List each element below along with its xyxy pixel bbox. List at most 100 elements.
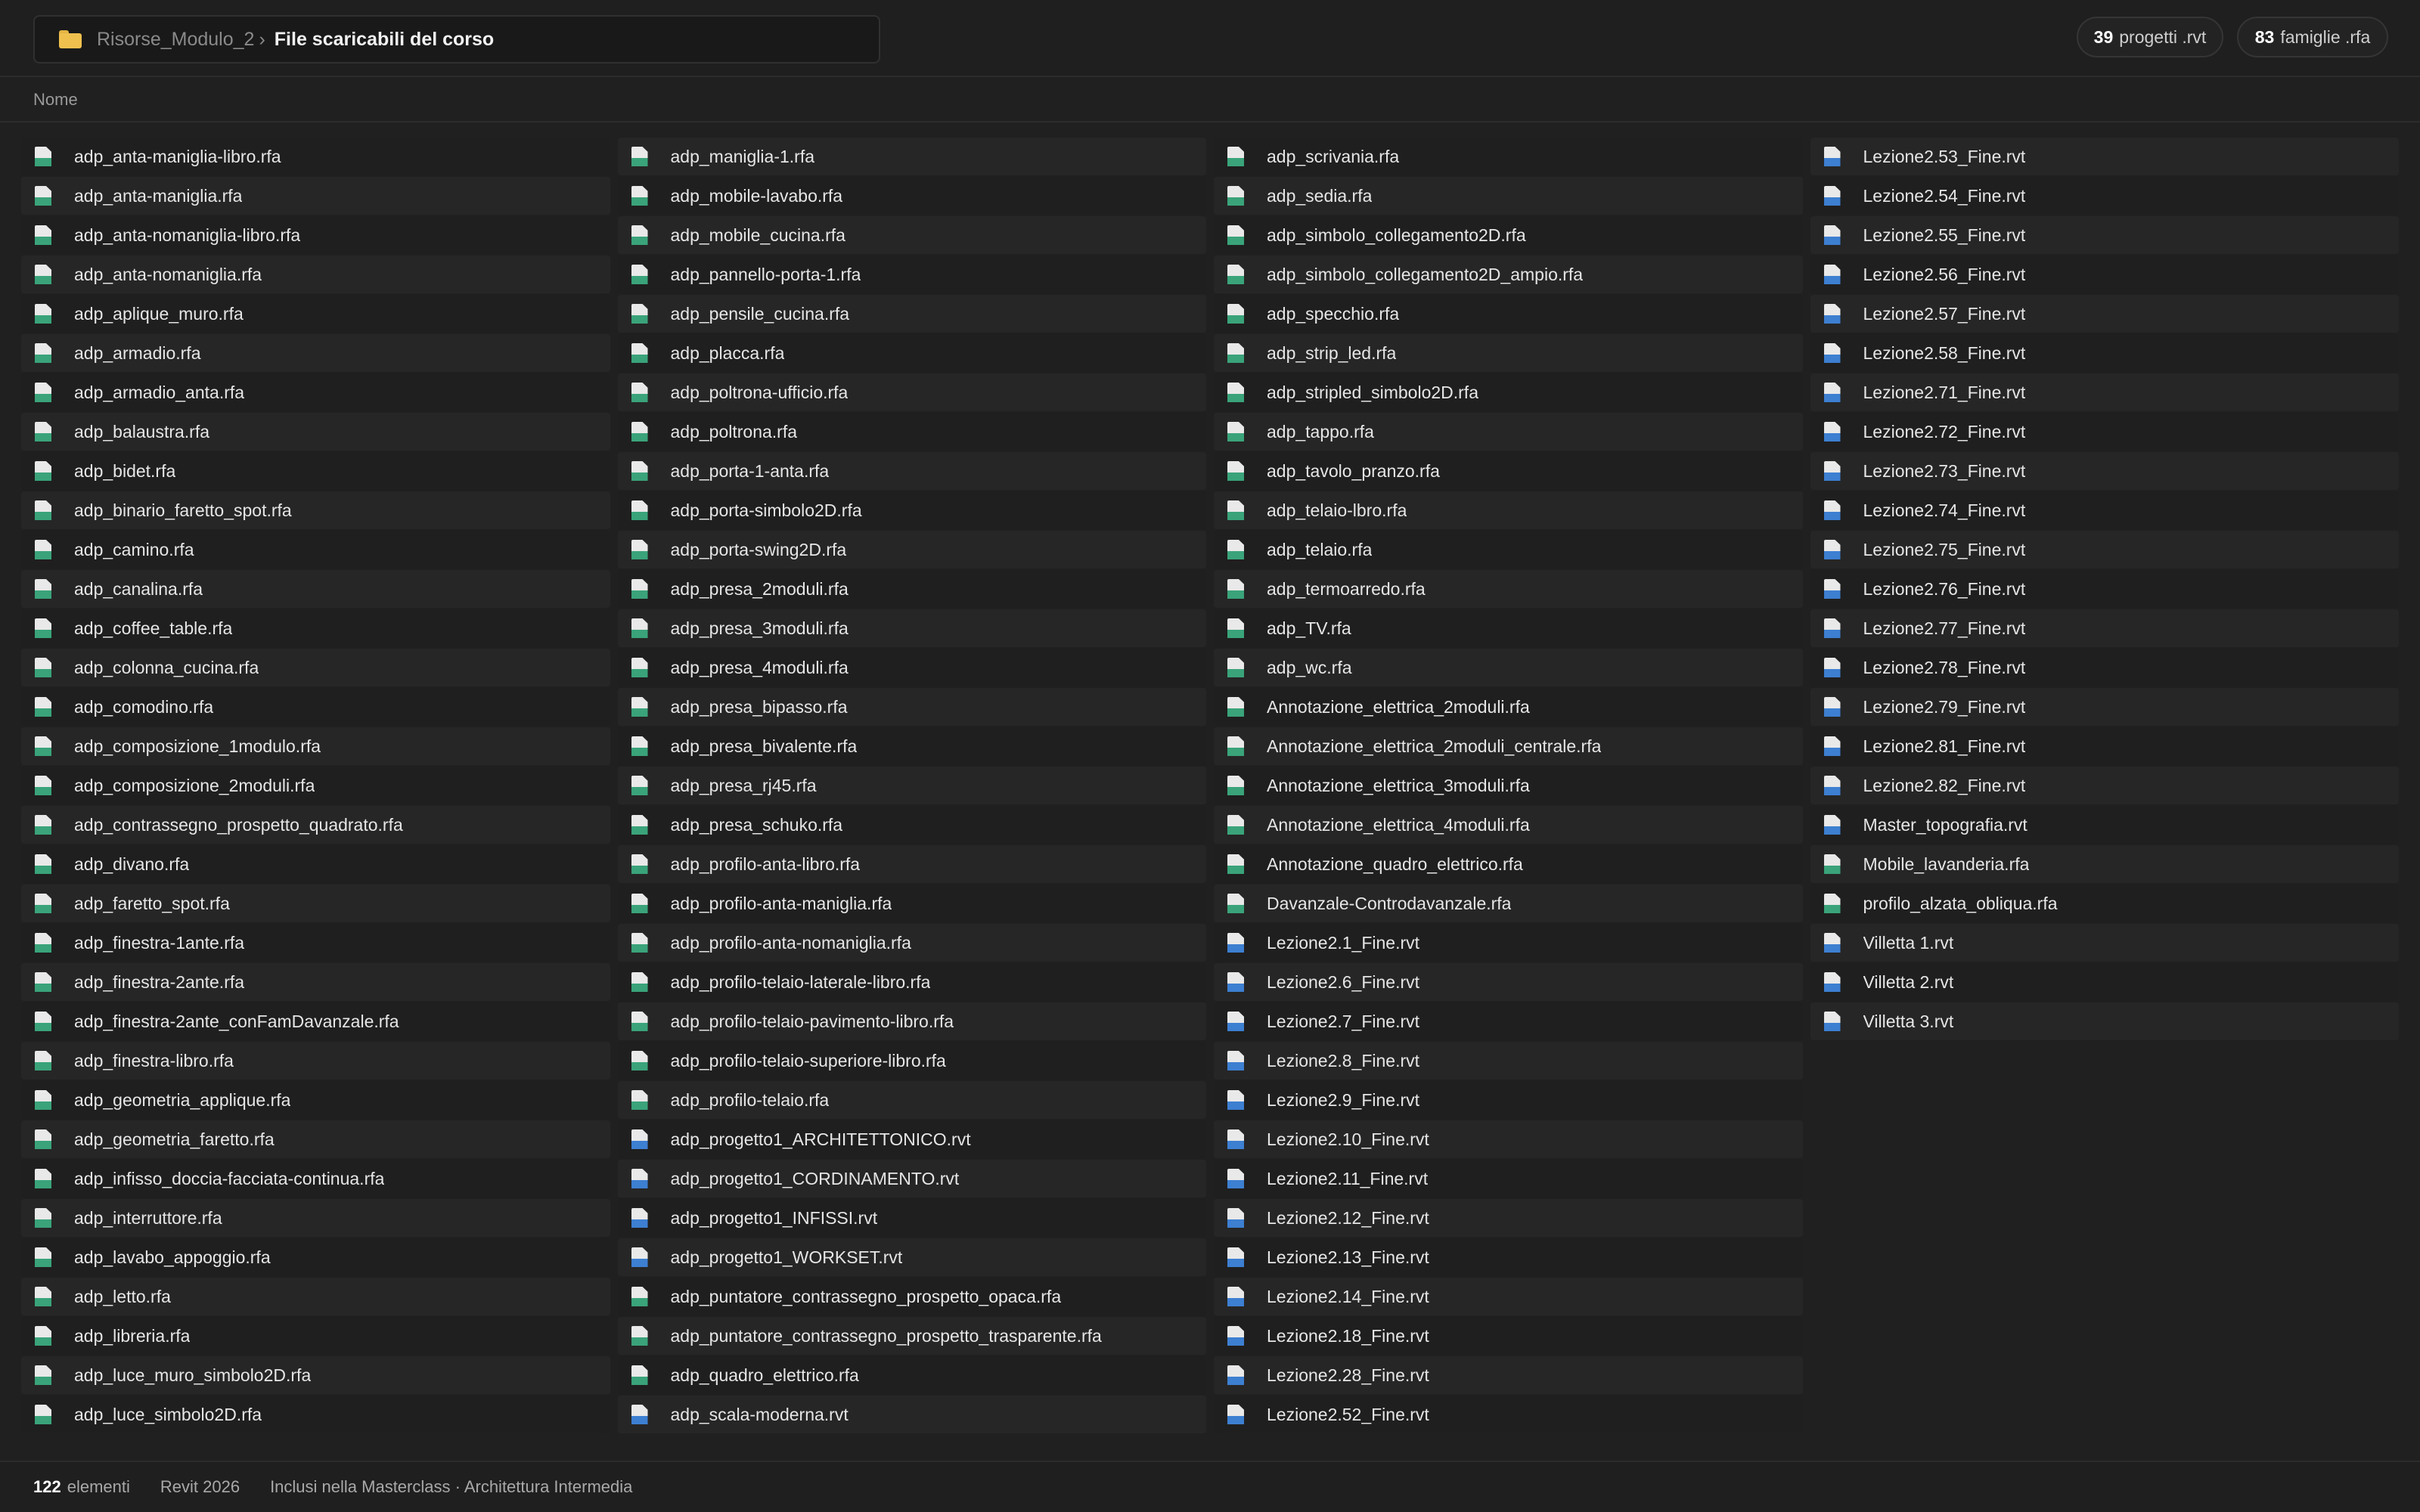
file-item[interactable]: adp_mobile_cucina.rfa [617, 216, 1206, 254]
file-item[interactable]: adp_poltrona.rfa [617, 413, 1206, 451]
file-item[interactable]: Lezione2.8_Fine.rvt [1214, 1042, 1803, 1080]
file-item[interactable]: adp_composizione_2moduli.rfa [21, 767, 610, 804]
file-item[interactable]: adp_colonna_cucina.rfa [21, 649, 610, 686]
file-item[interactable]: Lezione2.52_Fine.rvt [1214, 1396, 1803, 1433]
file-item[interactable]: adp_contrassegno_prospetto_quadrato.rfa [21, 806, 610, 844]
file-item[interactable]: Lezione2.54_Fine.rvt [1810, 177, 2399, 215]
file-item[interactable]: adp_profilo-anta-maniglia.rfa [617, 885, 1206, 922]
file-item[interactable]: Lezione2.79_Fine.rvt [1810, 688, 2399, 726]
file-item[interactable]: Lezione2.11_Fine.rvt [1214, 1160, 1803, 1198]
file-item[interactable]: Lezione2.57_Fine.rvt [1810, 295, 2399, 333]
file-item[interactable]: Lezione2.72_Fine.rvt [1810, 413, 2399, 451]
file-item[interactable]: adp_scala-moderna.rvt [617, 1396, 1206, 1433]
file-item[interactable]: adp_presa_rj45.rfa [617, 767, 1206, 804]
file-item[interactable]: Lezione2.7_Fine.rvt [1214, 1002, 1803, 1040]
file-item[interactable]: adp_camino.rfa [21, 531, 610, 569]
file-item[interactable]: adp_binario_faretto_spot.rfa [21, 491, 610, 529]
file-item[interactable]: Annotazione_elettrica_2moduli.rfa [1214, 688, 1803, 726]
file-item[interactable]: Villetta 2.rvt [1810, 963, 2399, 1001]
file-item[interactable]: adp_infisso_doccia-facciata-continua.rfa [21, 1160, 610, 1198]
file-item[interactable]: adp_anta-nomaniglia.rfa [21, 256, 610, 293]
file-item[interactable]: Annotazione_quadro_elettrico.rfa [1214, 845, 1803, 883]
file-item[interactable]: adp_finestra-2ante.rfa [21, 963, 610, 1001]
file-item[interactable]: adp_mobile-lavabo.rfa [617, 177, 1206, 215]
file-item[interactable]: adp_armadio.rfa [21, 334, 610, 372]
file-item[interactable]: adp_progetto1_CORDINAMENTO.rvt [617, 1160, 1206, 1198]
file-item[interactable]: Lezione2.28_Fine.rvt [1214, 1356, 1803, 1394]
file-item[interactable]: adp_telaio-lbro.rfa [1214, 491, 1803, 529]
file-item[interactable]: Lezione2.10_Fine.rvt [1214, 1120, 1803, 1158]
breadcrumb[interactable]: Risorse_Modulo_2 › File scaricabili del … [33, 15, 880, 64]
file-item[interactable]: adp_profilo-anta-libro.rfa [617, 845, 1206, 883]
file-item[interactable]: adp_bidet.rfa [21, 452, 610, 490]
file-item[interactable]: adp_maniglia-1.rfa [617, 138, 1206, 175]
file-item[interactable]: adp_presa_4moduli.rfa [617, 649, 1206, 686]
file-item[interactable]: adp_profilo-telaio.rfa [617, 1081, 1206, 1119]
file-item[interactable]: adp_divano.rfa [21, 845, 610, 883]
file-item[interactable]: Master_topografia.rvt [1810, 806, 2399, 844]
file-item[interactable]: adp_TV.rfa [1214, 609, 1803, 647]
file-item[interactable]: Lezione2.71_Fine.rvt [1810, 373, 2399, 411]
file-item[interactable]: adp_progetto1_INFISSI.rvt [617, 1199, 1206, 1237]
file-item[interactable]: adp_anta-nomaniglia-libro.rfa [21, 216, 610, 254]
file-item[interactable]: adp_letto.rfa [21, 1278, 610, 1315]
file-item[interactable]: adp_porta-1-anta.rfa [617, 452, 1206, 490]
file-item[interactable]: adp_sedia.rfa [1214, 177, 1803, 215]
file-item[interactable]: adp_termoarredo.rfa [1214, 570, 1803, 608]
file-item[interactable]: adp_simbolo_collegamento2D_ampio.rfa [1214, 256, 1803, 293]
file-item[interactable]: Lezione2.9_Fine.rvt [1214, 1081, 1803, 1119]
column-header-name[interactable]: Nome [0, 79, 2420, 122]
file-item[interactable]: adp_porta-simbolo2D.rfa [617, 491, 1206, 529]
file-item[interactable]: Villetta 3.rvt [1810, 1002, 2399, 1040]
file-item[interactable]: adp_pensile_cucina.rfa [617, 295, 1206, 333]
file-item[interactable]: Mobile_lavanderia.rfa [1810, 845, 2399, 883]
file-item[interactable]: adp_wc.rfa [1214, 649, 1803, 686]
file-item[interactable]: adp_tavolo_pranzo.rfa [1214, 452, 1803, 490]
file-item[interactable]: adp_poltrona-ufficio.rfa [617, 373, 1206, 411]
file-item[interactable]: adp_canalina.rfa [21, 570, 610, 608]
file-item[interactable]: Annotazione_elettrica_3moduli.rfa [1214, 767, 1803, 804]
file-item[interactable]: adp_libreria.rfa [21, 1317, 610, 1355]
file-item[interactable]: adp_luce_muro_simbolo2D.rfa [21, 1356, 610, 1394]
file-item[interactable]: Annotazione_elettrica_4moduli.rfa [1214, 806, 1803, 844]
file-item[interactable]: Lezione2.55_Fine.rvt [1810, 216, 2399, 254]
file-item[interactable]: adp_comodino.rfa [21, 688, 610, 726]
file-item[interactable]: Lezione2.73_Fine.rvt [1810, 452, 2399, 490]
file-item[interactable]: adp_specchio.rfa [1214, 295, 1803, 333]
file-item[interactable]: adp_interruttore.rfa [21, 1199, 610, 1237]
file-item[interactable]: adp_lavabo_appoggio.rfa [21, 1238, 610, 1276]
breadcrumb-parent[interactable]: Risorse_Modulo_2 [97, 29, 254, 51]
file-item[interactable]: adp_luce_simbolo2D.rfa [21, 1396, 610, 1433]
file-item[interactable]: profilo_alzata_obliqua.rfa [1810, 885, 2399, 922]
file-item[interactable]: adp_simbolo_collegamento2D.rfa [1214, 216, 1803, 254]
file-item[interactable]: adp_puntatore_contrassegno_prospetto_opa… [617, 1278, 1206, 1315]
file-item[interactable]: Lezione2.81_Fine.rvt [1810, 727, 2399, 765]
file-item[interactable]: adp_tappo.rfa [1214, 413, 1803, 451]
file-item[interactable]: adp_composizione_1modulo.rfa [21, 727, 610, 765]
file-item[interactable]: adp_presa_2moduli.rfa [617, 570, 1206, 608]
file-item[interactable]: adp_geometria_applique.rfa [21, 1081, 610, 1119]
file-item[interactable]: Annotazione_elettrica_2moduli_centrale.r… [1214, 727, 1803, 765]
file-item[interactable]: adp_strip_led.rfa [1214, 334, 1803, 372]
file-item[interactable]: adp_porta-swing2D.rfa [617, 531, 1206, 569]
file-item[interactable]: adp_scrivania.rfa [1214, 138, 1803, 175]
file-item[interactable]: adp_telaio.rfa [1214, 531, 1803, 569]
file-item[interactable]: Lezione2.75_Fine.rvt [1810, 531, 2399, 569]
file-item[interactable]: adp_profilo-anta-nomaniglia.rfa [617, 924, 1206, 962]
file-item[interactable]: adp_presa_schuko.rfa [617, 806, 1206, 844]
file-item[interactable]: Lezione2.18_Fine.rvt [1214, 1317, 1803, 1355]
file-item[interactable]: adp_stripled_simbolo2D.rfa [1214, 373, 1803, 411]
file-item[interactable]: Lezione2.53_Fine.rvt [1810, 138, 2399, 175]
file-item[interactable]: adp_presa_bivalente.rfa [617, 727, 1206, 765]
file-item[interactable]: Lezione2.74_Fine.rvt [1810, 491, 2399, 529]
file-item[interactable]: Lezione2.56_Fine.rvt [1810, 256, 2399, 293]
file-item[interactable]: adp_pannello-porta-1.rfa [617, 256, 1206, 293]
file-item[interactable]: adp_progetto1_ARCHITETTONICO.rvt [617, 1120, 1206, 1158]
file-item[interactable]: adp_coffee_table.rfa [21, 609, 610, 647]
file-item[interactable]: adp_armadio_anta.rfa [21, 373, 610, 411]
file-item[interactable]: adp_placca.rfa [617, 334, 1206, 372]
file-item[interactable]: Lezione2.82_Fine.rvt [1810, 767, 2399, 804]
file-item[interactable]: Lezione2.1_Fine.rvt [1214, 924, 1803, 962]
file-item[interactable]: Lezione2.78_Fine.rvt [1810, 649, 2399, 686]
file-item[interactable]: Lezione2.76_Fine.rvt [1810, 570, 2399, 608]
